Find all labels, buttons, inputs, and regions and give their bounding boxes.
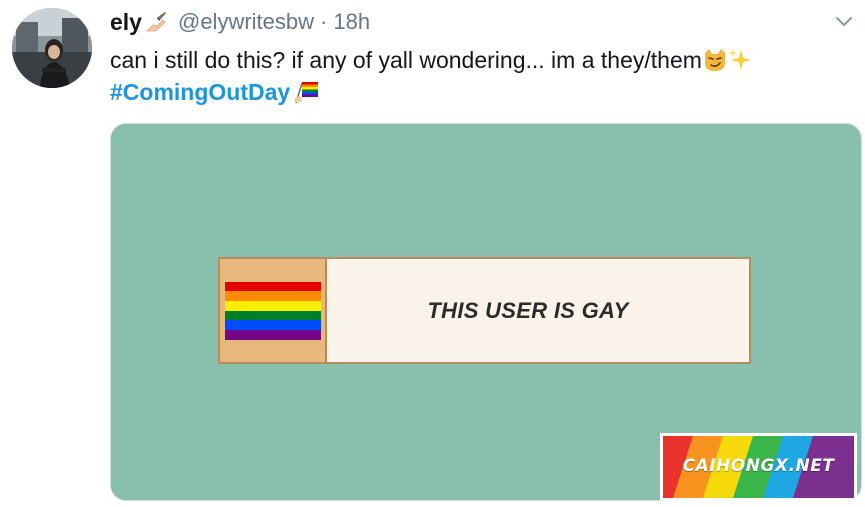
rainbow-flag-hand-icon — [292, 79, 320, 105]
separator-dot: · — [320, 9, 328, 34]
writing-hand-icon — [144, 11, 168, 35]
tweet-body: can i still do this? if any of yall wond… — [110, 47, 702, 73]
tweet-timestamp[interactable]: 18h — [333, 9, 370, 35]
chevron-down-icon[interactable] — [833, 10, 855, 32]
flag-cell — [220, 259, 327, 362]
author-handle[interactable]: @elywritesbw — [178, 9, 314, 35]
author-name[interactable]: ely — [110, 9, 142, 36]
hashtag-line: #ComingOutDay — [110, 76, 320, 108]
hashtag-link[interactable]: #ComingOutDay — [110, 79, 290, 105]
flag-stripe — [224, 300, 321, 311]
flag-stripe — [224, 310, 321, 321]
tweet-text: can i still do this? if any of yall wond… — [110, 44, 754, 76]
flag-stripe — [224, 329, 321, 340]
rainbow-flag-icon — [224, 281, 321, 340]
sparkles-icon — [728, 47, 754, 73]
smirking-cat-icon — [702, 47, 728, 73]
flag-stripe — [224, 281, 321, 292]
watermark-text: CAIHONGX.NET — [682, 456, 835, 476]
userbox-label: THIS USER IS GAY — [427, 297, 629, 323]
userbox: THIS USER IS GAY — [218, 257, 751, 364]
watermark: CAIHONGX.NET — [660, 433, 857, 501]
tweet-header: ely @elywritesbw · 18h — [110, 6, 370, 38]
flag-stripe — [224, 320, 321, 330]
flag-stripe — [224, 291, 321, 301]
avatar[interactable] — [12, 8, 92, 88]
tweet[interactable]: ely @elywritesbw · 18h can i still do th… — [0, 0, 865, 507]
watermark-rainbow: CAIHONGX.NET — [663, 436, 854, 498]
